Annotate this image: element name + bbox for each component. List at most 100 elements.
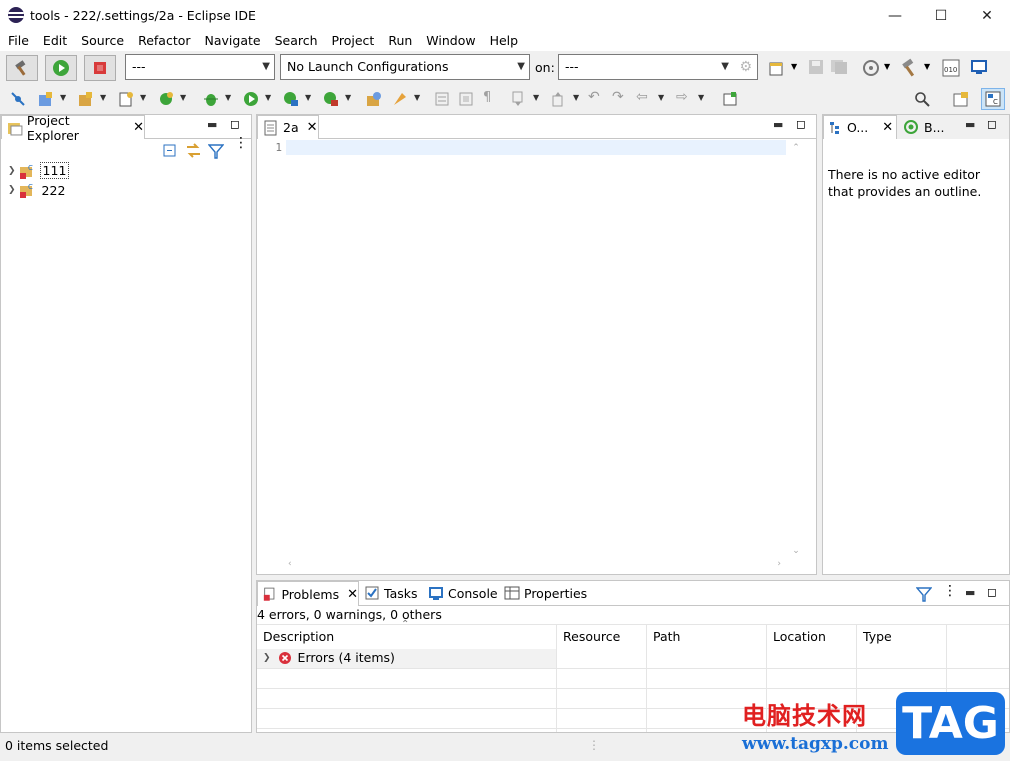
minimize-button[interactable]: — bbox=[872, 0, 918, 31]
stop-button[interactable] bbox=[84, 55, 116, 81]
build-hammer-icon[interactable] bbox=[900, 58, 920, 78]
block-selection-icon[interactable] bbox=[458, 91, 474, 107]
chevron-down-icon[interactable]: ▼ bbox=[265, 93, 271, 102]
minimize-view-icon[interactable]: ▬ bbox=[965, 118, 975, 131]
tab-console[interactable]: Console bbox=[428, 585, 498, 601]
run-as-icon[interactable] bbox=[243, 91, 259, 107]
close-icon[interactable]: ✕ bbox=[882, 120, 893, 135]
maximize-view-icon[interactable]: ◻ bbox=[796, 117, 806, 131]
open-task-icon[interactable] bbox=[392, 91, 408, 107]
chevron-right-icon[interactable]: ❯ bbox=[263, 653, 271, 663]
tree-item-project-222[interactable]: ❯ C 222 bbox=[8, 182, 65, 198]
maximize-view-icon[interactable]: ◻ bbox=[987, 585, 997, 599]
show-whitespace-icon[interactable]: ¶ bbox=[483, 90, 491, 105]
menu-run[interactable]: Run bbox=[381, 31, 419, 51]
chevron-down-icon[interactable]: ▼ bbox=[533, 93, 539, 102]
menu-navigate[interactable]: Navigate bbox=[198, 31, 268, 51]
tab-properties[interactable]: Properties bbox=[504, 585, 587, 601]
chevron-down-icon[interactable]: ▼ bbox=[573, 93, 579, 102]
save-all-icon[interactable] bbox=[830, 59, 848, 75]
skip-breakpoints-icon[interactable] bbox=[10, 91, 26, 107]
external-tools-icon[interactable] bbox=[323, 91, 339, 107]
close-button[interactable]: ✕ bbox=[964, 0, 1010, 31]
back-arrow-icon[interactable]: ⇦ bbox=[636, 89, 648, 105]
open-perspective-icon[interactable] bbox=[953, 91, 969, 107]
chevron-down-icon[interactable]: ▼ bbox=[414, 93, 420, 102]
menu-project[interactable]: Project bbox=[325, 31, 382, 51]
tab-editor-2a[interactable]: 2a ✕ bbox=[257, 115, 319, 139]
new-file-icon[interactable] bbox=[768, 59, 786, 77]
search-icon[interactable] bbox=[914, 91, 930, 107]
chevron-down-icon[interactable]: ▼ bbox=[140, 93, 146, 102]
chevron-down-icon[interactable]: ▼ bbox=[180, 93, 186, 102]
launch-mode-combo[interactable]: --- ▼ bbox=[125, 54, 275, 80]
scroll-down-icon[interactable]: ⌄ bbox=[787, 546, 805, 556]
debug-icon[interactable] bbox=[862, 59, 880, 77]
gear-icon[interactable]: ⚙ bbox=[739, 55, 752, 79]
minimize-view-icon[interactable]: ▬ bbox=[207, 118, 217, 131]
tab-bookmarks[interactable]: B... bbox=[900, 115, 952, 139]
menu-search[interactable]: Search bbox=[268, 31, 325, 51]
chevron-down-icon[interactable]: ▼ bbox=[100, 93, 106, 102]
chevron-down-icon[interactable]: ▼ bbox=[225, 93, 231, 102]
view-menu-icon[interactable]: ⋮ bbox=[234, 136, 248, 150]
chevron-down-icon[interactable]: ▼ bbox=[305, 93, 311, 102]
current-line-highlight[interactable] bbox=[286, 140, 786, 155]
minimize-view-icon[interactable]: ▬ bbox=[965, 586, 975, 599]
horizontal-scrollbar[interactable]: ‹ › bbox=[286, 558, 786, 574]
launch-button[interactable] bbox=[45, 55, 77, 81]
new-file-wizard-icon[interactable] bbox=[118, 91, 134, 107]
close-icon[interactable]: ✕ bbox=[347, 587, 358, 602]
build-button[interactable] bbox=[6, 55, 38, 81]
chevron-down-icon[interactable]: ▼ bbox=[698, 93, 704, 102]
next-edit-location-icon[interactable]: ↷ bbox=[612, 89, 624, 105]
filter-icon[interactable] bbox=[208, 143, 224, 159]
menu-help[interactable]: Help bbox=[483, 31, 526, 51]
maximize-view-icon[interactable]: ◻ bbox=[987, 117, 997, 131]
maximize-button[interactable]: ☐ bbox=[918, 0, 964, 31]
new-class-icon[interactable] bbox=[38, 91, 54, 107]
link-with-editor-icon[interactable] bbox=[185, 142, 202, 159]
scroll-left-icon[interactable]: ‹ bbox=[288, 559, 292, 569]
open-type-icon[interactable] bbox=[366, 91, 382, 107]
chevron-down-icon[interactable]: ▼ bbox=[884, 62, 890, 71]
chevron-down-icon[interactable]: ▼ bbox=[345, 93, 351, 102]
new-wizard-icon[interactable] bbox=[158, 91, 174, 107]
view-menu-icon[interactable]: ⋮ bbox=[943, 583, 957, 599]
tree-item-project-111[interactable]: ❯ C 111 bbox=[8, 162, 70, 179]
coverage-icon[interactable] bbox=[283, 91, 299, 107]
minimize-view-icon[interactable]: ▬ bbox=[773, 118, 783, 131]
collapse-all-icon[interactable] bbox=[162, 143, 178, 159]
launch-target-combo[interactable]: --- ▼ ⚙ bbox=[558, 54, 758, 80]
text-editor[interactable] bbox=[286, 155, 786, 558]
monitor-icon[interactable] bbox=[970, 59, 988, 77]
save-icon[interactable] bbox=[808, 59, 824, 75]
chevron-right-icon[interactable]: ❯ bbox=[8, 185, 16, 195]
toggle-mark-occurrences-icon[interactable] bbox=[434, 91, 450, 107]
launch-configuration-combo[interactable]: No Launch Configurations ▼ bbox=[280, 54, 530, 80]
column-header-location[interactable]: Location bbox=[767, 628, 856, 654]
next-annotation-icon[interactable] bbox=[510, 91, 526, 107]
column-header-resource[interactable]: Resource bbox=[557, 628, 646, 654]
vertical-scrollbar[interactable]: ⌃ ⌄ bbox=[787, 140, 805, 558]
chevron-right-icon[interactable]: ❯ bbox=[8, 166, 16, 176]
forward-arrow-icon[interactable]: ⇨ bbox=[676, 89, 688, 105]
last-edit-location-icon[interactable]: ↶ bbox=[588, 89, 600, 105]
problems-group-errors[interactable]: ❯ Errors (4 items) bbox=[263, 650, 395, 665]
filter-icon[interactable] bbox=[916, 586, 932, 602]
previous-annotation-icon[interactable] bbox=[550, 91, 566, 107]
menu-edit[interactable]: Edit bbox=[36, 31, 74, 51]
java-perspective-button[interactable]: C bbox=[981, 88, 1005, 110]
menu-window[interactable]: Window bbox=[419, 31, 482, 51]
tab-project-explorer[interactable]: Project Explorer ✕ bbox=[1, 113, 145, 143]
maximize-view-icon[interactable]: ◻ bbox=[230, 117, 240, 131]
column-header-type[interactable]: Type bbox=[857, 628, 946, 654]
chevron-down-icon[interactable]: ▼ bbox=[658, 93, 664, 102]
scroll-right-icon[interactable]: › bbox=[777, 559, 781, 569]
menu-source[interactable]: Source bbox=[74, 31, 131, 51]
binary-icon[interactable]: 010 bbox=[942, 59, 960, 77]
tab-tasks[interactable]: Tasks bbox=[364, 585, 418, 601]
column-header-path[interactable]: Path bbox=[647, 628, 766, 654]
menu-file[interactable]: File bbox=[0, 31, 36, 51]
chevron-down-icon[interactable]: ▼ bbox=[791, 62, 797, 71]
